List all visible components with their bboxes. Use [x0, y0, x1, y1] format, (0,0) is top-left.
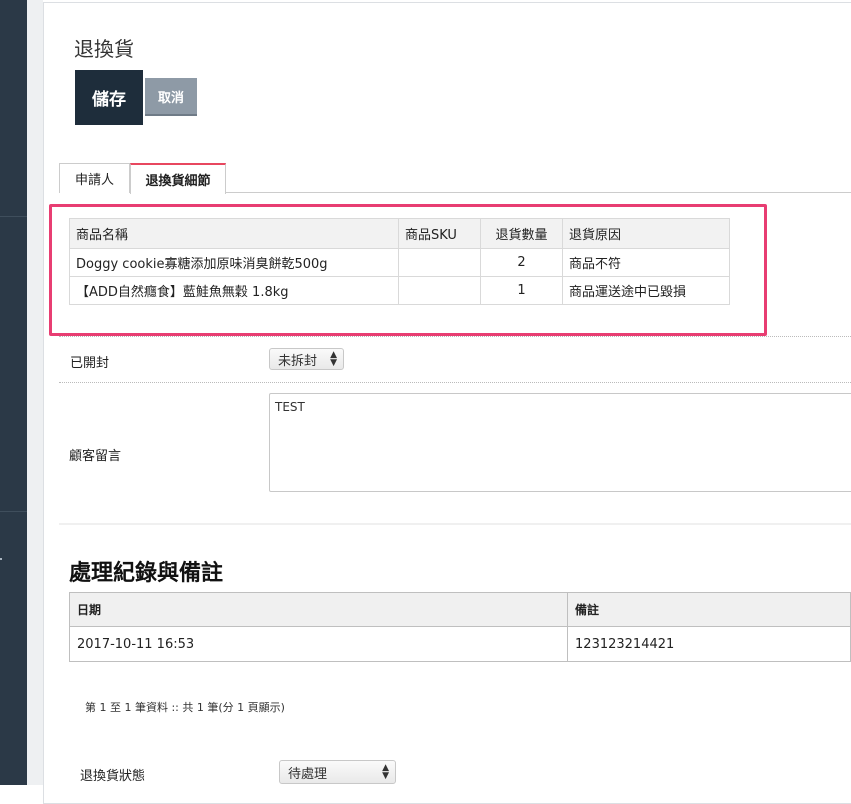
status-select-value: 待處理 — [288, 766, 328, 782]
status-select[interactable]: 待處理 ▲ ▼ — [279, 760, 396, 784]
select-arrows-icon: ▲ ▼ — [382, 763, 389, 781]
tab-return-details[interactable]: 退換貨細節 — [130, 163, 226, 194]
return-items-table: 商品名稱 商品SKU 退貨數量 退貨原因 Doggy cookie寡糖添加原味消… — [69, 218, 730, 305]
column-header-reason: 退貨原因 — [562, 218, 730, 249]
log-section-title: 處理紀錄與備註 — [69, 561, 224, 586]
comment-textarea[interactable]: TEST — [269, 393, 851, 492]
left-sidebar — [0, 0, 27, 785]
status-label: 退換貨狀態 — [80, 769, 146, 784]
product-name-cell: 【ADD自然癮食】藍鮭魚無穀 1.8kg — [69, 276, 399, 305]
log-table: 日期 備註 2017-10-11 16:53 123123214421 — [68, 592, 851, 662]
sku-cell — [398, 276, 481, 305]
opened-label: 已開封 — [70, 356, 110, 371]
date-cell: 2017-10-11 16:53 — [68, 626, 569, 662]
column-header-sku: 商品SKU — [398, 218, 481, 249]
comment-label: 顧客留言 — [69, 449, 122, 464]
note-cell: 123123214421 — [567, 626, 851, 662]
row-divider — [59, 336, 851, 337]
pagination-info: 第 1 至 1 筆資料 :: 共 1 筆(分 1 頁顯示) — [85, 701, 285, 714]
column-header-qty: 退貨數量 — [480, 218, 563, 249]
column-header-note: 備註 — [567, 592, 851, 627]
table-row: 【ADD自然癮食】藍鮭魚無穀 1.8kg 1 商品運送途中已毀損 — [69, 276, 730, 305]
opened-select[interactable]: 未拆封 ▲ ▼ — [269, 348, 344, 370]
page-title: 退換貨 — [74, 37, 134, 61]
table-row: 2017-10-11 16:53 123123214421 — [68, 626, 851, 662]
sidebar-divider — [0, 216, 27, 217]
qty-cell: 1 — [480, 276, 563, 305]
row-divider — [59, 382, 851, 383]
column-header-date: 日期 — [68, 592, 569, 627]
select-arrows-icon: ▲ ▼ — [330, 350, 337, 368]
content-gutter — [27, 0, 43, 785]
tab-applicant[interactable]: 申請人 — [59, 163, 130, 193]
cancel-button[interactable]: 取消 — [145, 78, 197, 116]
reason-cell: 商品運送途中已毀損 — [562, 276, 730, 305]
reason-cell: 商品不符 — [562, 248, 730, 277]
section-divider — [59, 523, 851, 525]
table-header-row: 日期 備註 — [68, 592, 851, 627]
product-name-cell: Doggy cookie寡糖添加原味消臭餅乾500g — [69, 248, 399, 277]
table-row: Doggy cookie寡糖添加原味消臭餅乾500g 2 商品不符 — [69, 248, 730, 277]
qty-cell: 2 — [480, 248, 563, 277]
sidebar-marker — [0, 558, 2, 560]
sidebar-divider — [0, 511, 27, 512]
table-header-row: 商品名稱 商品SKU 退貨數量 退貨原因 — [69, 218, 730, 249]
save-button[interactable]: 儲存 — [75, 70, 143, 125]
sku-cell — [398, 248, 481, 277]
column-header-product-name: 商品名稱 — [69, 218, 399, 249]
opened-select-value: 未拆封 — [278, 353, 318, 369]
